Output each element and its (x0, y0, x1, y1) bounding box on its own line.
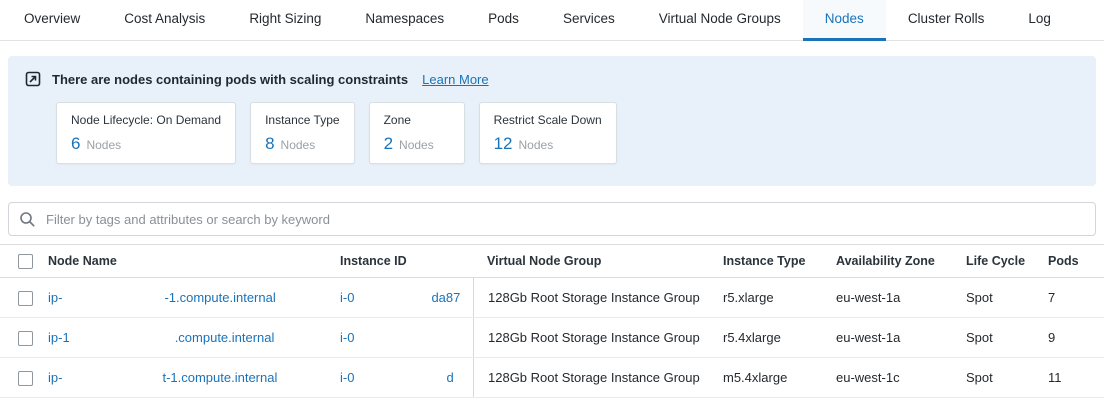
card-unit: Nodes (281, 138, 316, 152)
col-instance-type: Instance Type (723, 254, 836, 268)
tab-right-sizing[interactable]: Right Sizing (227, 0, 343, 41)
redacted-text (70, 333, 175, 345)
instance-type-value: r5.xlarge (723, 290, 836, 305)
tab-services[interactable]: Services (541, 0, 637, 41)
redacted-text (354, 373, 446, 385)
instance-type-value: r5.4xlarge (723, 330, 836, 345)
redacted-text (62, 373, 162, 385)
cluster-tabbar: Overview Cost Analysis Right Sizing Name… (0, 0, 1104, 41)
tab-cluster-rolls[interactable]: Cluster Rolls (886, 0, 1007, 41)
card-unit: Nodes (86, 138, 121, 152)
card-zone[interactable]: Zone 2 Nodes (369, 102, 465, 164)
col-node-name: Node Name (48, 254, 340, 268)
search-input[interactable] (44, 211, 1085, 228)
availability-zone-value: eu-west-1c (836, 370, 966, 385)
tab-cost-analysis[interactable]: Cost Analysis (102, 0, 227, 41)
instance-id-suffix: da87 (431, 290, 460, 305)
life-cycle-value: Spot (966, 370, 1048, 385)
pods-value: 7 (1048, 290, 1104, 305)
nodes-table: Node Name Instance ID Virtual Node Group… (0, 244, 1104, 398)
instance-type-value: m5.4xlarge (723, 370, 836, 385)
node-name-link[interactable]: ip- -1.compute.internal (48, 290, 276, 305)
card-node-lifecycle[interactable]: Node Lifecycle: On Demand 6 Nodes (56, 102, 236, 164)
availability-zone-value: eu-west-1a (836, 330, 966, 345)
virtual-node-group-value: 128Gb Root Storage Instance Group (473, 318, 723, 357)
card-count: 8 (265, 134, 274, 154)
availability-zone-value: eu-west-1a (836, 290, 966, 305)
col-pods: Pods (1048, 254, 1104, 268)
pods-value: 11 (1048, 370, 1104, 385)
card-title: Zone (384, 113, 450, 127)
node-name-link[interactable]: ip-t-1.compute.internal (48, 370, 277, 385)
node-name-prefix: ip- (48, 290, 62, 305)
instance-id-prefix: i-0 (340, 290, 354, 305)
instance-id-link[interactable]: i-0 d (340, 370, 454, 385)
table-row: ip- -1.compute.internal i-0 da87 128Gb Roo… (0, 278, 1104, 318)
col-instance-id: Instance ID (340, 254, 473, 268)
instance-id-link[interactable]: i-0 (340, 330, 444, 345)
card-title: Node Lifecycle: On Demand (71, 113, 221, 127)
card-restrict-scale-down[interactable]: Restrict Scale Down 12 Nodes (479, 102, 617, 164)
node-name-link[interactable]: ip-1 .compute.internal (48, 330, 274, 345)
row-checkbox[interactable] (18, 371, 33, 386)
node-name-prefix: ip- (48, 370, 62, 385)
card-count: 12 (494, 134, 513, 154)
node-name-suffix: t-1.compute.internal (162, 370, 277, 385)
scaling-constraint-icon (24, 70, 42, 88)
life-cycle-value: Spot (966, 330, 1048, 345)
node-name-prefix: ip-1 (48, 330, 70, 345)
table-row: ip-t-1.compute.internal i-0 d 128Gb Root … (0, 358, 1104, 398)
instance-id-prefix: i-0 (340, 330, 354, 345)
constraint-cards: Node Lifecycle: On Demand 6 Nodes Instan… (56, 102, 1080, 164)
scaling-constraints-banner: There are nodes containing pods with sca… (8, 56, 1096, 186)
redacted-text (62, 293, 164, 305)
row-checkbox[interactable] (18, 291, 33, 306)
tab-pods[interactable]: Pods (466, 0, 541, 41)
card-unit: Nodes (519, 138, 554, 152)
instance-id-link[interactable]: i-0 da87 (340, 290, 460, 305)
redacted-text (354, 293, 431, 305)
instance-id-suffix: d (446, 370, 453, 385)
table-header: Node Name Instance ID Virtual Node Group… (0, 244, 1104, 278)
card-count: 2 (384, 134, 393, 154)
tab-virtual-node-groups[interactable]: Virtual Node Groups (637, 0, 803, 41)
node-name-suffix: .compute.internal (175, 330, 275, 345)
tab-namespaces[interactable]: Namespaces (343, 0, 466, 41)
virtual-node-group-value: 128Gb Root Storage Instance Group (473, 278, 723, 317)
row-checkbox[interactable] (18, 331, 33, 346)
life-cycle-value: Spot (966, 290, 1048, 305)
card-count: 6 (71, 134, 80, 154)
virtual-node-group-value: 128Gb Root Storage Instance Group (473, 358, 723, 397)
banner-message: There are nodes containing pods with sca… (52, 72, 408, 87)
col-availability-zone: Availability Zone (836, 254, 966, 268)
node-name-suffix: -1.compute.internal (164, 290, 275, 305)
card-title: Restrict Scale Down (494, 113, 602, 127)
card-instance-type[interactable]: Instance Type 8 Nodes (250, 102, 355, 164)
table-row: ip-1 .compute.internal i-0 128Gb Root Sto… (0, 318, 1104, 358)
instance-id-prefix: i-0 (340, 370, 354, 385)
card-title: Instance Type (265, 113, 340, 127)
tab-overview[interactable]: Overview (2, 0, 102, 41)
tab-log[interactable]: Log (1006, 0, 1073, 41)
pods-value: 9 (1048, 330, 1104, 345)
select-all-checkbox[interactable] (18, 254, 33, 269)
filter-searchbox (8, 202, 1096, 236)
col-life-cycle: Life Cycle (966, 254, 1048, 268)
learn-more-link[interactable]: Learn More (422, 72, 488, 87)
search-icon (19, 211, 36, 228)
col-virtual-node-group: Virtual Node Group (473, 254, 723, 268)
redacted-text (354, 333, 444, 345)
card-unit: Nodes (399, 138, 434, 152)
tab-nodes[interactable]: Nodes (803, 0, 886, 41)
